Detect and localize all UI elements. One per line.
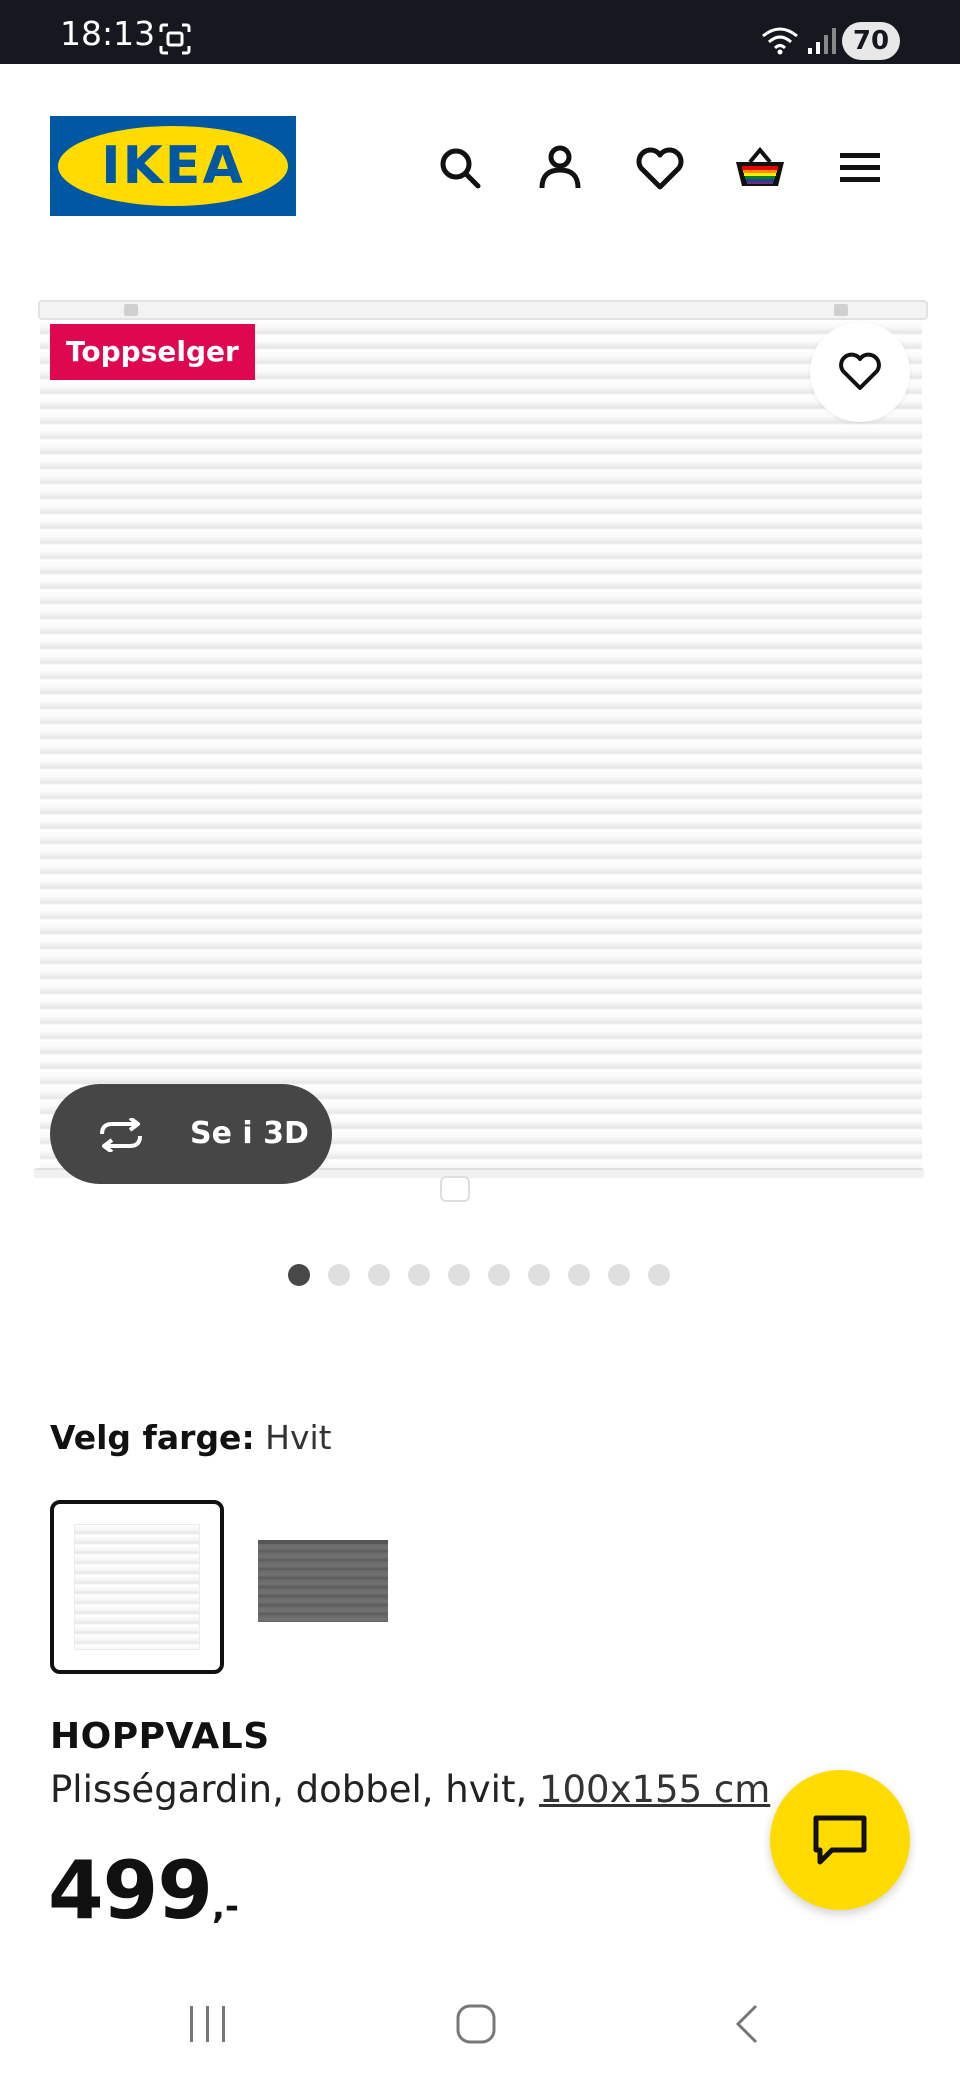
pagination-dot[interactable] bbox=[608, 1264, 630, 1286]
chat-icon bbox=[813, 1815, 867, 1865]
size-link[interactable]: 100x155 cm bbox=[539, 1768, 770, 1811]
product-description: Plisségardin, dobbel, hvit, 100x155 cm bbox=[50, 1768, 771, 1811]
color-selector-label: Velg farge: Hvit bbox=[50, 1418, 332, 1457]
color-swatch-grey[interactable] bbox=[256, 1500, 430, 1674]
status-bar: 18:13 70 bbox=[0, 0, 960, 64]
back-icon[interactable] bbox=[726, 2002, 770, 2046]
heart-icon bbox=[839, 352, 881, 390]
rotate-3d-icon bbox=[100, 1118, 142, 1152]
screenshot-icon bbox=[159, 23, 191, 55]
pagination-dot[interactable] bbox=[448, 1264, 470, 1286]
account-icon[interactable] bbox=[532, 140, 588, 196]
chat-button[interactable] bbox=[770, 1770, 910, 1910]
status-time: 18:13 bbox=[60, 14, 156, 53]
menu-icon[interactable] bbox=[832, 140, 888, 196]
view-in-3d-button[interactable]: Se i 3D bbox=[50, 1084, 332, 1184]
system-nav-bar bbox=[0, 1970, 960, 2080]
pagination-dot[interactable] bbox=[528, 1264, 550, 1286]
pagination-dot[interactable] bbox=[568, 1264, 590, 1286]
header: IKEA bbox=[0, 64, 960, 264]
pagination-dot[interactable] bbox=[648, 1264, 670, 1286]
ikea-logo[interactable]: IKEA bbox=[50, 116, 296, 216]
gallery-pagination[interactable] bbox=[288, 1264, 670, 1286]
battery-indicator: 70 bbox=[842, 22, 900, 60]
signal-icon bbox=[808, 28, 836, 54]
pagination-dot[interactable] bbox=[368, 1264, 390, 1286]
color-swatch-white[interactable] bbox=[50, 1500, 224, 1674]
search-icon[interactable] bbox=[432, 140, 488, 196]
pagination-dot[interactable] bbox=[328, 1264, 350, 1286]
pagination-dot[interactable] bbox=[488, 1264, 510, 1286]
basket-icon[interactable] bbox=[732, 140, 788, 196]
home-icon[interactable] bbox=[454, 2002, 498, 2046]
bestseller-badge: Toppselger bbox=[50, 324, 255, 380]
product-image-gallery[interactable]: Toppselger Se i 3D bbox=[30, 290, 930, 1202]
recent-apps-icon[interactable] bbox=[186, 2002, 230, 2046]
product-image bbox=[38, 300, 928, 320]
wifi-icon bbox=[762, 27, 798, 55]
pagination-dot[interactable] bbox=[408, 1264, 430, 1286]
pagination-dot[interactable] bbox=[288, 1264, 310, 1286]
heart-icon[interactable] bbox=[632, 140, 688, 196]
product-name: HOPPVALS bbox=[50, 1716, 270, 1757]
favorite-button[interactable] bbox=[810, 322, 910, 422]
product-price: 499,- bbox=[48, 1844, 240, 1937]
